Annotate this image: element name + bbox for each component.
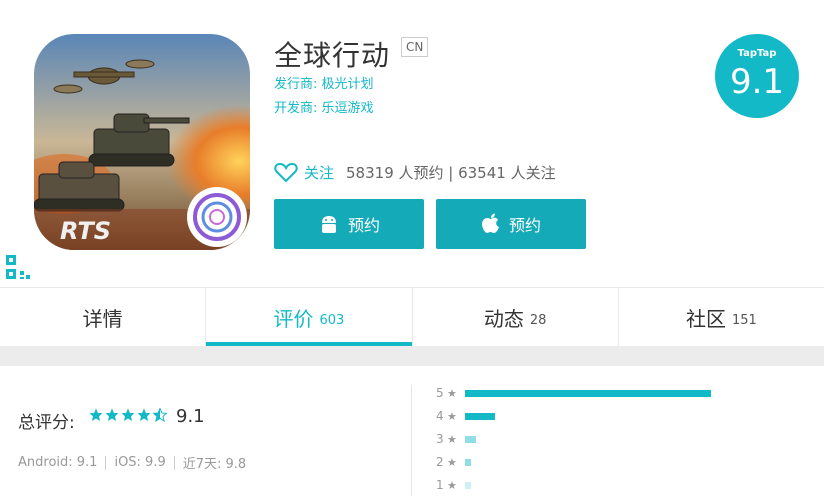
rating-bar xyxy=(465,389,711,397)
rating-stars xyxy=(89,408,167,422)
tab-count: 603 xyxy=(319,312,345,328)
ios-reserve-label: 预约 xyxy=(508,216,541,235)
platform-scores: Android: 9.1 iOS: 9.9 近7天: 9.8 xyxy=(18,453,246,472)
separator xyxy=(173,455,175,470)
rating-row-3: 3 ★ xyxy=(436,432,476,446)
android-reserve-label: 预约 xyxy=(347,216,380,235)
qr-code-icon[interactable] xyxy=(6,255,32,281)
half-star-icon xyxy=(153,408,167,422)
rating-row-5: 5 ★ xyxy=(436,386,711,400)
rating-bar xyxy=(465,458,471,466)
tab-reviews[interactable]: 评价 603 xyxy=(206,288,413,346)
apple-icon xyxy=(481,213,499,233)
rating-row-4: 4 ★ xyxy=(436,409,495,423)
follow-stats: 关注 58319 人预约 | 63541 人关注 xyxy=(274,161,556,183)
tab-count: 151 xyxy=(731,312,757,328)
app-detail-page: RTS 全球行动 CN 发行商: 极光计划 开发商: 乐逗游戏 关注 58319… xyxy=(0,0,824,496)
tab-count: 28 xyxy=(529,312,547,328)
rating-bar xyxy=(465,435,476,443)
taptap-score-badge: TapTap 9.1 xyxy=(715,34,799,118)
rating-bar xyxy=(465,481,471,489)
tab-details[interactable]: 详情 xyxy=(0,288,207,346)
heart-icon[interactable] xyxy=(274,161,298,183)
follow-button[interactable]: 关注 xyxy=(304,162,334,183)
developer-link[interactable]: 开发商: 乐逗游戏 xyxy=(274,97,374,116)
vertical-divider xyxy=(411,385,412,496)
star-icon xyxy=(89,408,103,421)
star-icon: ★ xyxy=(447,386,457,400)
rating-star-number: 1 xyxy=(436,478,444,492)
rating-row-1: 1 ★ xyxy=(436,478,471,492)
total-rating-label: 总评分: xyxy=(18,413,75,433)
tab-community[interactable]: 社区 151 xyxy=(619,288,824,346)
tab-bar: 详情 评价 603 动态 28 社区 151 xyxy=(0,287,824,346)
rating-star-number: 3 xyxy=(436,432,444,446)
region-badge: CN xyxy=(401,37,429,57)
tab-label: 详情 xyxy=(82,306,123,331)
separator xyxy=(105,455,107,470)
star-icon: ★ xyxy=(447,432,457,446)
tab-updates[interactable]: 动态 28 xyxy=(413,288,619,346)
star-icon xyxy=(121,408,135,421)
total-rating-value: 9.1 xyxy=(176,406,205,427)
star-icon: ★ xyxy=(447,478,457,492)
star-icon xyxy=(105,408,119,421)
rating-bar xyxy=(465,412,495,420)
ios-reserve-button[interactable]: 预约 xyxy=(436,199,586,249)
taptap-brand: TapTap xyxy=(737,48,777,59)
reserve-count: 58319 人预约 | 63541 人关注 xyxy=(346,163,556,182)
rts-text: RTS xyxy=(60,217,111,245)
android-reserve-button[interactable]: 预约 xyxy=(274,199,424,249)
tab-label: 动态 xyxy=(483,306,524,331)
star-icon xyxy=(137,408,151,421)
rating-star-number: 5 xyxy=(436,386,444,400)
app-icon[interactable]: RTS xyxy=(34,34,250,250)
rating-star-number: 4 xyxy=(436,409,444,423)
tab-label: 社区 xyxy=(685,306,726,331)
section-divider xyxy=(0,346,824,366)
publisher-link[interactable]: 发行商: 极光计划 xyxy=(274,73,374,92)
rating-star-number: 2 xyxy=(436,455,444,469)
star-icon: ★ xyxy=(447,455,457,469)
taptap-score: 9.1 xyxy=(729,62,785,102)
ios-score: iOS: 9.9 xyxy=(114,455,166,470)
recent-score: 近7天: 9.8 xyxy=(182,457,247,472)
rating-row-2: 2 ★ xyxy=(436,455,471,469)
app-title: 全球行动 xyxy=(274,39,391,72)
star-icon: ★ xyxy=(447,409,457,423)
android-icon xyxy=(321,216,336,233)
tab-label: 评价 xyxy=(273,306,314,331)
android-score: Android: 9.1 xyxy=(18,455,98,470)
